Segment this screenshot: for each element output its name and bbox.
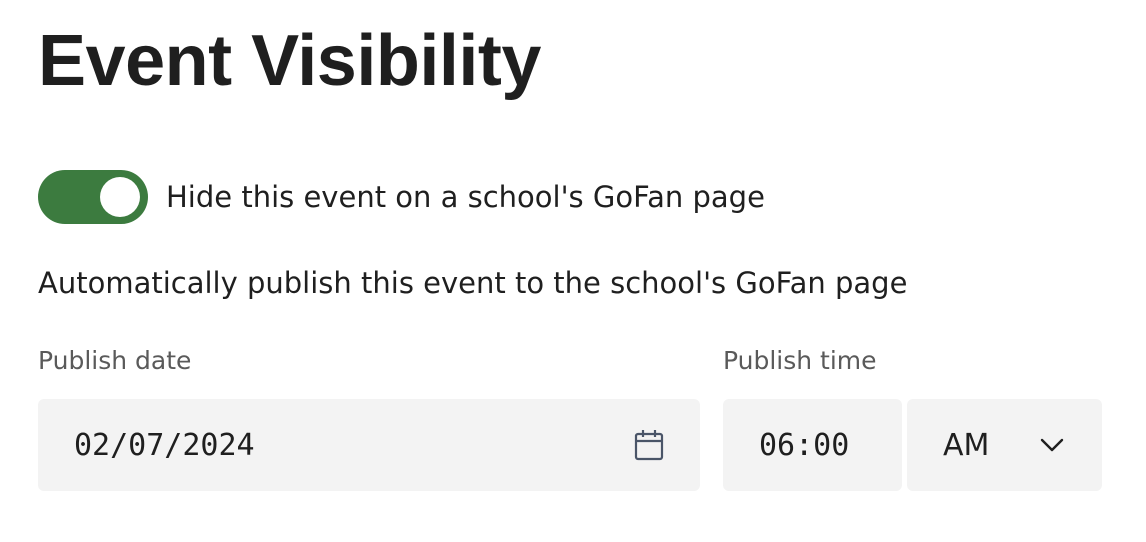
publish-time-field[interactable]: 06:00 xyxy=(723,399,902,491)
period-value: AM xyxy=(943,427,990,463)
publish-date-label: Publish date xyxy=(38,346,192,375)
period-select[interactable]: AM xyxy=(907,399,1102,491)
hide-event-toggle[interactable] xyxy=(38,170,148,224)
publish-date-field[interactable]: 02/07/2024 xyxy=(38,399,700,491)
event-visibility-panel: Event Visibility Hide this event on a sc… xyxy=(0,0,1146,542)
hide-event-row: Hide this event on a school's GoFan page xyxy=(38,170,765,224)
hide-event-label: Hide this event on a school's GoFan page xyxy=(166,180,765,214)
publish-time-label: Publish time xyxy=(723,346,877,375)
toggle-knob xyxy=(100,177,140,217)
chevron-down-icon xyxy=(1040,438,1064,452)
auto-publish-text: Automatically publish this event to the … xyxy=(38,266,908,300)
calendar-icon[interactable] xyxy=(634,429,664,461)
publish-date-value: 02/07/2024 xyxy=(74,427,255,463)
page-title: Event Visibility xyxy=(38,21,541,101)
publish-time-value: 06:00 xyxy=(759,427,850,463)
